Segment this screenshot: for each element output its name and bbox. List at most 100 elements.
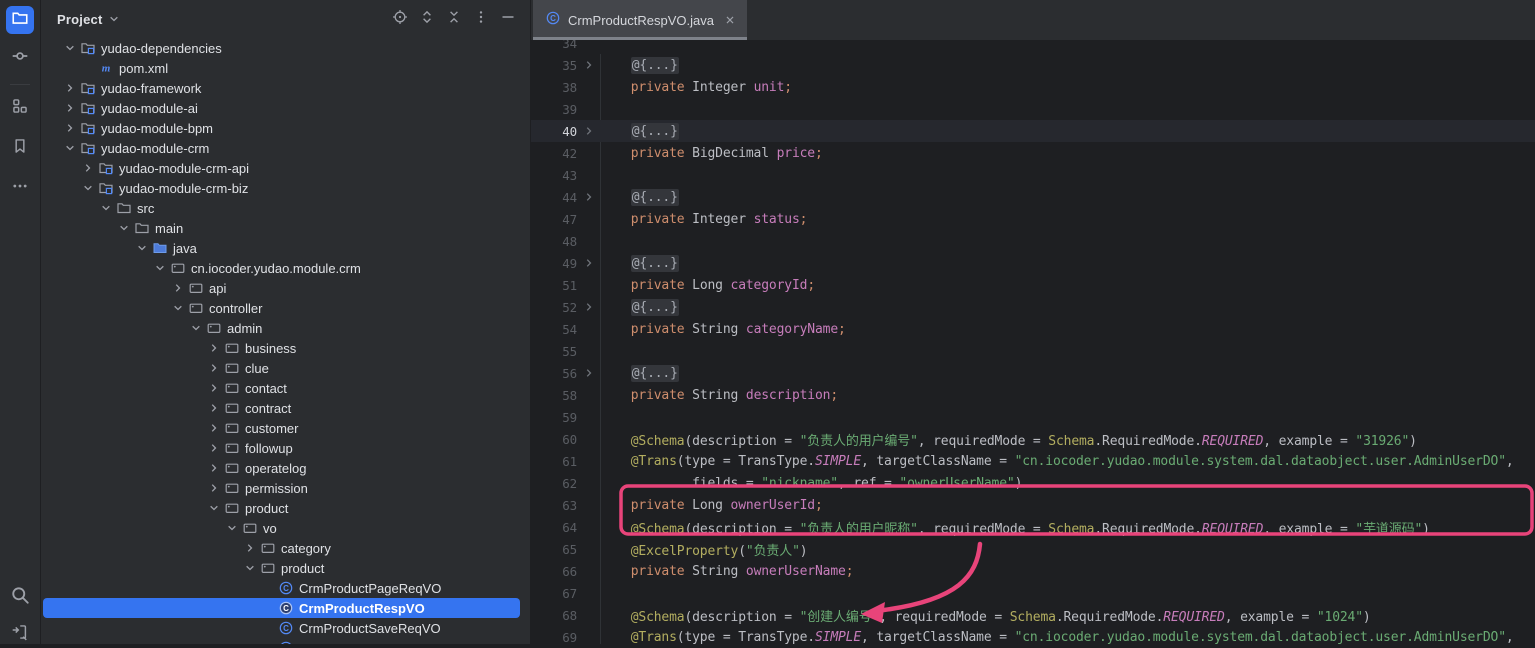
chevron-down-icon[interactable] <box>116 220 132 236</box>
tree-item-category[interactable]: category <box>41 538 530 558</box>
tree-item-item[interactable]: C <box>41 638 530 644</box>
chevron-right-icon[interactable] <box>170 280 186 296</box>
line-number: 42 <box>531 146 577 161</box>
fold-arrow-icon[interactable] <box>577 366 600 380</box>
tree-item-yudao-module-bpm[interactable]: yudao-module-bpm <box>41 118 530 138</box>
code-editor[interactable]: 3435 @{...}38 private Integer unit;3940 … <box>531 40 1535 644</box>
chevron-right-icon[interactable] <box>80 160 96 176</box>
package-icon <box>224 340 240 356</box>
chevron-right-icon[interactable] <box>62 120 78 136</box>
fold-arrow-icon[interactable] <box>577 256 600 270</box>
chevron-down-icon[interactable] <box>134 240 150 256</box>
select-opened-file-button[interactable] <box>392 11 408 27</box>
chevron-down-icon[interactable] <box>107 12 121 26</box>
chevron-down-icon[interactable] <box>206 500 222 516</box>
chevron-down-icon[interactable] <box>188 320 204 336</box>
chevron-down-icon[interactable] <box>242 560 258 576</box>
tree-item-permission[interactable]: permission <box>41 478 530 498</box>
tree-item-vo[interactable]: vo <box>41 518 530 538</box>
tree-item-cn-iocoder-yudao-module-crm[interactable]: cn.iocoder.yudao.module.crm <box>41 258 530 278</box>
code-line-51: 51 private Long categoryId; <box>531 274 1535 296</box>
structure-tool-button[interactable] <box>6 94 34 122</box>
chevron-down-icon[interactable] <box>170 300 186 316</box>
expand-all-button[interactable] <box>419 11 435 27</box>
chevron-right-icon[interactable] <box>206 420 222 436</box>
chevron-down-icon[interactable] <box>98 200 114 216</box>
chevron-right-icon[interactable] <box>206 340 222 356</box>
tree-item-src[interactable]: src <box>41 198 530 218</box>
tree-item-crmproductsavereqvo[interactable]: CCrmProductSaveReqVO <box>41 618 530 638</box>
tree-item-yudao-dependencies[interactable]: yudao-dependencies <box>41 38 530 58</box>
tree-item-crmproductpagereqvo[interactable]: CCrmProductPageReqVO <box>41 578 530 598</box>
tree-item-contact[interactable]: contact <box>41 378 530 398</box>
fold-arrow-icon[interactable] <box>577 124 600 138</box>
commit-tool-button[interactable] <box>6 44 34 72</box>
code-line-48: 48 <box>531 230 1535 252</box>
chevron-right-icon[interactable] <box>62 80 78 96</box>
project-tool-button[interactable] <box>6 6 34 34</box>
tree-item-crmproductrespvo[interactable]: CCrmProductRespVO <box>41 598 530 618</box>
tree-item-followup[interactable]: followup <box>41 438 530 458</box>
tree-item-operatelog[interactable]: operatelog <box>41 458 530 478</box>
chevron-right-icon[interactable] <box>206 480 222 496</box>
hide-panel-button[interactable] <box>500 11 516 27</box>
options-menu-button[interactable] <box>473 11 489 27</box>
tree-item-label: CrmProductPageReqVO <box>299 581 441 596</box>
tree-item-controller[interactable]: controller <box>41 298 530 318</box>
chevron-spacer <box>260 640 276 644</box>
tree-item-api[interactable]: api <box>41 278 530 298</box>
tree-item-product[interactable]: product <box>41 558 530 578</box>
tab-crmproductrespvo[interactable]: C CrmProductRespVO.java <box>533 0 747 40</box>
chevron-down-icon[interactable] <box>152 260 168 276</box>
chevron-right-icon[interactable] <box>62 100 78 116</box>
bookmarks-tool-button[interactable] <box>6 134 34 162</box>
tree-item-label: clue <box>245 361 269 376</box>
tree-item-label: category <box>281 541 331 556</box>
project-tree[interactable]: yudao-dependenciesmpom.xmlyudao-framewor… <box>41 38 530 644</box>
package-icon <box>206 320 222 336</box>
package-icon <box>242 520 258 536</box>
chevron-right-icon[interactable] <box>206 460 222 476</box>
tree-item-java[interactable]: java <box>41 238 530 258</box>
fold-arrow-icon[interactable] <box>577 58 600 72</box>
tree-item-yudao-module-crm-api[interactable]: yudao-module-crm-api <box>41 158 530 178</box>
fold-arrow-icon[interactable] <box>577 190 600 204</box>
search-everywhere-button[interactable] <box>6 583 34 611</box>
chevron-down-icon[interactable] <box>62 140 78 156</box>
chevron-down-icon[interactable] <box>224 520 240 536</box>
more-tool-windows-button[interactable] <box>6 174 34 202</box>
package-icon <box>260 560 276 576</box>
tool-window-rail <box>0 0 41 644</box>
project-panel-title[interactable]: Project <box>57 12 102 27</box>
tree-item-contract[interactable]: contract <box>41 398 530 418</box>
tree-item-yudao-module-crm-biz[interactable]: yudao-module-crm-biz <box>41 178 530 198</box>
tree-item-pom-xml[interactable]: mpom.xml <box>41 58 530 78</box>
chevron-right-icon[interactable] <box>242 540 258 556</box>
package-icon <box>224 460 240 476</box>
chevron-right-icon[interactable] <box>206 440 222 456</box>
tree-item-product[interactable]: product <box>41 498 530 518</box>
line-number: 49 <box>531 256 577 271</box>
line-number: 55 <box>531 344 577 359</box>
tree-item-admin[interactable]: admin <box>41 318 530 338</box>
chevron-down-icon[interactable] <box>62 40 78 56</box>
chevron-right-icon[interactable] <box>206 360 222 376</box>
tree-item-label: yudao-module-crm-biz <box>119 181 248 196</box>
tree-item-yudao-framework[interactable]: yudao-framework <box>41 78 530 98</box>
tree-item-main[interactable]: main <box>41 218 530 238</box>
fold-arrow-icon[interactable] <box>577 300 600 314</box>
code-line-69: 69 @Trans(type = TransType.SIMPLE, targe… <box>531 626 1535 644</box>
tree-item-clue[interactable]: clue <box>41 358 530 378</box>
locate-icon <box>392 9 408 30</box>
chevron-right-icon[interactable] <box>206 400 222 416</box>
tree-item-label: contract <box>245 401 291 416</box>
package-icon <box>170 260 186 276</box>
close-icon[interactable] <box>723 13 737 27</box>
tree-item-yudao-module-crm[interactable]: yudao-module-crm <box>41 138 530 158</box>
collapse-all-button[interactable] <box>446 11 462 27</box>
tree-item-business[interactable]: business <box>41 338 530 358</box>
tree-item-customer[interactable]: customer <box>41 418 530 438</box>
tree-item-yudao-module-ai[interactable]: yudao-module-ai <box>41 98 530 118</box>
chevron-down-icon[interactable] <box>80 180 96 196</box>
chevron-right-icon[interactable] <box>206 380 222 396</box>
